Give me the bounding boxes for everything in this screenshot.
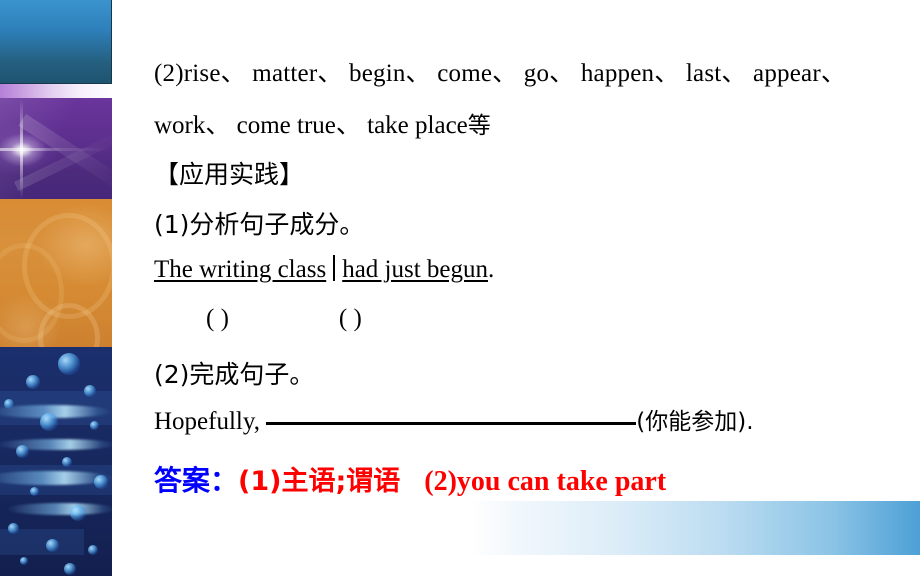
sidebar-purple-starburst-block	[0, 98, 112, 199]
bubble-icon	[4, 399, 14, 409]
sidebar-orange-swirl-block	[0, 199, 112, 347]
answer-parentheses-row: ( ) ( )	[154, 305, 362, 333]
answer-part-2: (2)you can take part	[424, 466, 667, 497]
slide-content: (2)rise、 matter、 begin、 come、 go、 happen…	[112, 0, 920, 576]
verb-list-line-2-suffix: 等	[467, 113, 491, 139]
starburst-horizontal-ray-icon	[0, 148, 108, 151]
bubble-icon	[88, 545, 98, 555]
fill-in-prefix: Hopefully,	[154, 408, 267, 435]
paren-blank-subject: ( )	[206, 305, 229, 332]
subject-predicate-divider-icon	[333, 255, 336, 281]
verb-list-line-2-text: work、 come true、 take place	[154, 112, 468, 139]
section-heading: 【应用实践】	[154, 160, 305, 189]
bottom-accent-bar	[470, 501, 920, 555]
task-1-label: (1)分析句子成分。	[154, 210, 365, 239]
sentence-parse-line: The writing class had just begun.	[154, 255, 494, 284]
bubble-icon	[64, 563, 76, 575]
slide: (2)rise、 matter、 begin、 come、 go、 happen…	[0, 0, 920, 576]
bubble-icon	[70, 505, 86, 521]
bubble-icon	[94, 475, 108, 489]
bubble-icon	[26, 375, 40, 389]
fill-in-hint: (你能参加).	[636, 409, 754, 435]
bubble-icon	[84, 385, 96, 397]
paren-blank-predicate: ( )	[338, 305, 362, 332]
bubble-icon	[40, 413, 58, 431]
bubble-icon	[20, 557, 28, 565]
bubble-icon	[8, 523, 19, 534]
bubble-icon	[30, 487, 39, 496]
fill-in-blank	[266, 422, 637, 425]
decorative-sidebar	[0, 0, 112, 576]
light-streak-icon	[6, 503, 112, 515]
sidebar-blue-bubbles-block	[0, 347, 112, 576]
task-2-label: (2)完成句子。	[154, 360, 315, 389]
sentence-end-punctuation: .	[488, 256, 495, 283]
answer-part-1: (1)主语;谓语	[238, 466, 401, 497]
bubble-icon	[46, 539, 59, 552]
answer-label: 答案：	[154, 464, 239, 497]
verb-list-line-1: (2)rise、 matter、 begin、 come、 go、 happen…	[154, 60, 847, 87]
verb-list-line-2: work、 come true、 take place等	[154, 105, 491, 141]
bubble-icon	[58, 353, 80, 375]
sidebar-purple-white-strip	[0, 84, 112, 98]
answer-row: 答案：(1)主语;谓语 (2)you can take part	[154, 459, 666, 499]
sentence-predicate: had just begun	[342, 256, 489, 283]
sidebar-blue-header-block	[0, 0, 112, 84]
bubble-icon	[62, 457, 72, 467]
bubble-icon	[90, 421, 99, 430]
sentence-subject: The writing class	[154, 256, 327, 283]
fill-in-blank-line: Hopefully, (你能参加).	[154, 402, 754, 436]
bubble-icon	[16, 445, 29, 458]
